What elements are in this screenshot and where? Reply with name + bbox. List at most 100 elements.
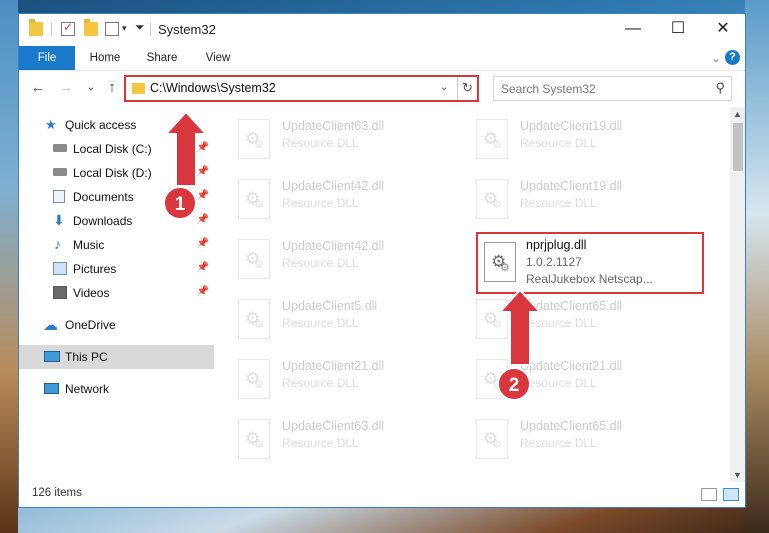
back-button[interactable]: ← bbox=[28, 78, 48, 98]
star-icon: ★ bbox=[45, 117, 57, 132]
nav-item-music[interactable]: ♪ Music 📌 bbox=[19, 233, 214, 257]
file-item[interactable]: UpdateClient63.dll Resource DLL bbox=[222, 415, 442, 463]
pin-icon[interactable]: 📌 bbox=[197, 190, 209, 201]
pin-icon[interactable]: 📌 bbox=[197, 142, 209, 153]
chevron-down-icon[interactable]: ⌄ bbox=[440, 82, 448, 93]
dll-file-icon bbox=[476, 419, 508, 459]
cloud-icon: ☁ bbox=[43, 317, 58, 334]
file-name: UpdateClient65.dll bbox=[520, 299, 623, 313]
file-item[interactable]: UpdateClient63.dll Resource DLL bbox=[222, 115, 442, 163]
nav-item-onedrive[interactable]: ☁ OneDrive bbox=[19, 313, 214, 337]
pin-icon[interactable]: 📌 bbox=[197, 262, 209, 273]
ribbon-tabs: File Home Share View ⌄ ? bbox=[19, 46, 745, 70]
search-icon[interactable]: ⚲ bbox=[715, 80, 725, 96]
nav-item-network[interactable]: Network bbox=[19, 377, 214, 401]
file-name: UpdateClient63.dll bbox=[282, 419, 385, 433]
tab-share[interactable]: Share bbox=[137, 46, 187, 70]
properties-icon[interactable] bbox=[61, 20, 75, 36]
nav-item-pictures[interactable]: Pictures 📌 bbox=[19, 257, 214, 281]
highlighted-file-item[interactable]: nprjplug.dll 1.0.2.1127 RealJukebox Nets… bbox=[476, 232, 704, 294]
file-item[interactable]: UpdateClient65.dll Resource DLL bbox=[460, 415, 680, 463]
drive-icon bbox=[53, 144, 67, 152]
nav-item-local-disk-d[interactable]: Local Disk (D:) 📌 bbox=[19, 161, 214, 185]
scroll-up-icon[interactable]: ▲ bbox=[733, 109, 742, 119]
file-name: UpdateClient42.dll bbox=[282, 179, 385, 193]
drive-icon bbox=[53, 168, 67, 176]
file-item[interactable]: UpdateClient42.dll Resource DLL bbox=[222, 175, 442, 223]
vertical-scrollbar[interactable]: ▲ ▼ bbox=[730, 107, 745, 482]
nav-item-label: Quick access bbox=[65, 118, 137, 132]
tiles-view-button[interactable] bbox=[723, 488, 739, 501]
file-type: Resource DLL bbox=[520, 316, 597, 330]
file-item[interactable]: UpdateClient19.dll Resource DLL bbox=[460, 115, 680, 163]
file-type: Resource DLL bbox=[520, 196, 597, 210]
pin-icon[interactable]: 📌 bbox=[197, 238, 209, 249]
details-view-button[interactable] bbox=[701, 488, 717, 501]
forward-button[interactable]: → bbox=[56, 78, 76, 98]
scroll-down-icon[interactable]: ▼ bbox=[733, 470, 742, 480]
address-path[interactable]: C:\Windows\System32 bbox=[150, 81, 276, 95]
refresh-button[interactable]: ↻ bbox=[457, 77, 477, 100]
file-name: UpdateClient5.dll bbox=[282, 299, 378, 313]
folder-icon bbox=[29, 19, 43, 36]
file-item[interactable]: UpdateClient5.dll Resource DLL bbox=[222, 295, 442, 343]
file-type: Resource DLL bbox=[282, 256, 359, 270]
computer-icon bbox=[44, 351, 60, 362]
scrollbar-thumb[interactable] bbox=[733, 123, 743, 171]
file-type: Resource DLL bbox=[282, 136, 359, 150]
tab-view[interactable]: View bbox=[195, 46, 241, 70]
view-options-icon[interactable] bbox=[105, 22, 119, 36]
documents-icon bbox=[53, 190, 65, 203]
help-icon[interactable]: ? bbox=[725, 50, 740, 65]
dll-file-icon bbox=[476, 179, 508, 219]
file-item[interactable]: UpdateClient65.dll Resource DLL bbox=[460, 295, 680, 343]
chevron-down-icon[interactable]: ▾ bbox=[122, 23, 127, 34]
nav-item-label: Pictures bbox=[73, 262, 117, 276]
dll-file-icon bbox=[238, 419, 270, 459]
window-title: System32 bbox=[158, 22, 216, 37]
file-type: Resource DLL bbox=[520, 376, 597, 390]
tab-home[interactable]: Home bbox=[81, 46, 129, 70]
file-item[interactable]: UpdateClient21.dll Resource DLL bbox=[222, 355, 442, 403]
customize-toolbar-icon[interactable]: ⏷ bbox=[135, 20, 145, 35]
videos-icon bbox=[53, 286, 67, 299]
file-name: UpdateClient19.dll bbox=[520, 179, 623, 193]
new-folder-icon[interactable] bbox=[84, 19, 98, 36]
dll-file-icon bbox=[484, 242, 516, 282]
pin-icon[interactable]: 📌 bbox=[197, 166, 209, 177]
file-type: Resource DLL bbox=[520, 436, 597, 450]
nav-item-label: Local Disk (C:) bbox=[73, 142, 152, 156]
divider bbox=[51, 23, 52, 36]
item-count: 126 items bbox=[32, 487, 82, 499]
nav-item-label: Local Disk (D:) bbox=[73, 166, 152, 180]
up-button[interactable]: ↑ bbox=[102, 78, 122, 98]
nav-item-this-pc[interactable]: This PC bbox=[19, 345, 214, 369]
navigation-bar: ← → ⌄ ↑ C:\Windows\System32 ⌄ ↻ Search S… bbox=[19, 70, 745, 106]
dll-file-icon bbox=[476, 299, 508, 339]
nav-item-videos[interactable]: Videos 📌 bbox=[19, 281, 214, 305]
minimize-button[interactable]: — bbox=[610, 14, 656, 46]
pin-icon[interactable]: 📌 bbox=[197, 286, 209, 297]
file-type: Resource DLL bbox=[282, 376, 359, 390]
file-type: Resource DLL bbox=[282, 436, 359, 450]
recent-locations-button[interactable]: ⌄ bbox=[81, 78, 101, 98]
file-item[interactable]: UpdateClient19.dll Resource DLL bbox=[460, 175, 680, 223]
nav-item-local-disk-c[interactable]: Local Disk (C:) 📌 bbox=[19, 137, 214, 161]
nav-item-label: Music bbox=[73, 238, 105, 252]
dll-file-icon bbox=[238, 239, 270, 279]
expand-ribbon-icon[interactable]: ⌄ bbox=[711, 51, 721, 65]
maximize-button[interactable]: ☐ bbox=[655, 14, 701, 46]
address-bar[interactable]: C:\Windows\System32 ⌄ ↻ bbox=[124, 75, 479, 102]
close-button[interactable]: ✕ bbox=[700, 14, 745, 46]
tab-file[interactable]: File bbox=[19, 46, 75, 70]
dll-file-icon bbox=[476, 119, 508, 159]
search-placeholder: Search System32 bbox=[501, 82, 596, 96]
file-item[interactable]: UpdateClient21.dll Resource DLL bbox=[460, 355, 680, 403]
nav-item-label: Documents bbox=[73, 190, 134, 204]
file-type: Resource DLL bbox=[282, 316, 359, 330]
nav-item-quick-access[interactable]: ★ Quick access bbox=[19, 113, 214, 137]
pin-icon[interactable]: 📌 bbox=[197, 214, 209, 225]
file-item[interactable]: UpdateClient42.dll Resource DLL bbox=[222, 235, 442, 283]
nav-item-label: Videos bbox=[73, 286, 110, 300]
search-input[interactable]: Search System32 ⚲ bbox=[493, 76, 732, 101]
